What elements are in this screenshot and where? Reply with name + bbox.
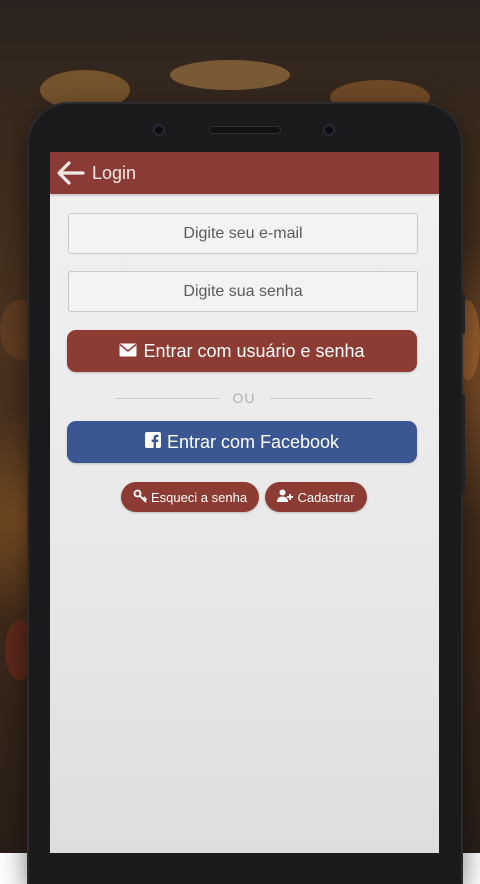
divider-line-left (115, 397, 219, 399)
register-button[interactable]: Cadastrar (265, 482, 367, 512)
phone-speaker (209, 126, 281, 134)
envelope-icon (119, 341, 137, 362)
volume-button (461, 294, 465, 334)
facebook-button-label: Entrar com Facebook (166, 431, 340, 452)
app-bar: Login (50, 152, 439, 194)
forgot-password-button[interactable]: Esqueci a senha (121, 482, 259, 512)
or-divider: OU (115, 388, 373, 408)
facebook-login-button[interactable]: Entrar com Facebook (67, 421, 417, 463)
key-icon (133, 489, 147, 506)
arrow-left-icon[interactable] (54, 158, 88, 188)
camera-sensor (153, 124, 165, 136)
forgot-password-label: Esqueci a senha (150, 489, 248, 505)
user-plus-icon (277, 489, 294, 505)
front-camera (323, 124, 335, 136)
register-label: Cadastrar (297, 489, 355, 505)
power-button (461, 394, 465, 494)
app-screen: Login Entrar com usuário e senha OU Entr… (50, 152, 439, 853)
divider-text: OU (232, 390, 256, 406)
email-field[interactable] (68, 213, 418, 254)
login-button-label: Entrar com usuário e senha (143, 340, 365, 361)
divider-line-right (269, 397, 373, 399)
page-title: Login (92, 162, 137, 183)
facebook-icon (144, 431, 161, 453)
password-field[interactable] (68, 271, 418, 312)
login-button[interactable]: Entrar com usuário e senha (67, 330, 417, 372)
